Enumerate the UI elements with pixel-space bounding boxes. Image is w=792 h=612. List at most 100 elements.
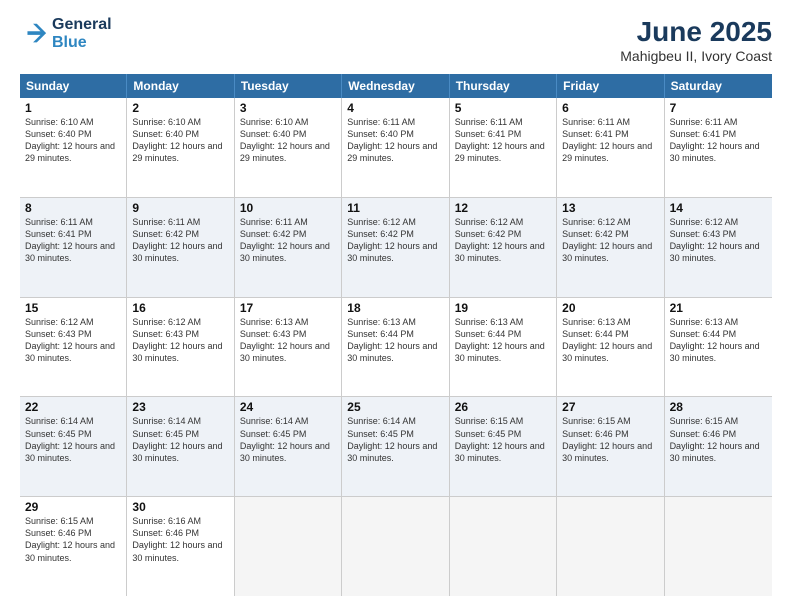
calendar-day-19: 19 Sunrise: 6:13 AM Sunset: 6:44 PM Dayl… (450, 298, 557, 397)
day-number: 11 (347, 201, 443, 215)
calendar-day-25: 25 Sunrise: 6:14 AM Sunset: 6:45 PM Dayl… (342, 397, 449, 496)
day-info: Sunrise: 6:13 AM Sunset: 6:44 PM Dayligh… (670, 316, 767, 365)
day-number: 10 (240, 201, 336, 215)
calendar-day-18: 18 Sunrise: 6:13 AM Sunset: 6:44 PM Dayl… (342, 298, 449, 397)
calendar-day-23: 23 Sunrise: 6:14 AM Sunset: 6:45 PM Dayl… (127, 397, 234, 496)
calendar-day-empty (235, 497, 342, 596)
day-info: Sunrise: 6:11 AM Sunset: 6:41 PM Dayligh… (455, 116, 551, 165)
calendar-day-15: 15 Sunrise: 6:12 AM Sunset: 6:43 PM Dayl… (20, 298, 127, 397)
calendar-day-28: 28 Sunrise: 6:15 AM Sunset: 6:46 PM Dayl… (665, 397, 772, 496)
day-number: 2 (132, 101, 228, 115)
day-info: Sunrise: 6:14 AM Sunset: 6:45 PM Dayligh… (132, 415, 228, 464)
day-number: 28 (670, 400, 767, 414)
logo-text: General Blue (52, 16, 112, 51)
calendar-row-1: 8 Sunrise: 6:11 AM Sunset: 6:41 PM Dayli… (20, 198, 772, 298)
calendar-row-2: 15 Sunrise: 6:12 AM Sunset: 6:43 PM Dayl… (20, 298, 772, 398)
logo: General Blue (20, 16, 112, 51)
day-number: 29 (25, 500, 121, 514)
day-number: 21 (670, 301, 767, 315)
day-number: 20 (562, 301, 658, 315)
calendar-day-8: 8 Sunrise: 6:11 AM Sunset: 6:41 PM Dayli… (20, 198, 127, 297)
day-info: Sunrise: 6:12 AM Sunset: 6:42 PM Dayligh… (562, 216, 658, 265)
calendar-day-7: 7 Sunrise: 6:11 AM Sunset: 6:41 PM Dayli… (665, 98, 772, 197)
calendar-day-20: 20 Sunrise: 6:13 AM Sunset: 6:44 PM Dayl… (557, 298, 664, 397)
calendar-day-4: 4 Sunrise: 6:11 AM Sunset: 6:40 PM Dayli… (342, 98, 449, 197)
day-info: Sunrise: 6:13 AM Sunset: 6:43 PM Dayligh… (240, 316, 336, 365)
calendar-day-12: 12 Sunrise: 6:12 AM Sunset: 6:42 PM Dayl… (450, 198, 557, 297)
calendar-day-6: 6 Sunrise: 6:11 AM Sunset: 6:41 PM Dayli… (557, 98, 664, 197)
location: Mahigbeu II, Ivory Coast (620, 48, 772, 64)
day-info: Sunrise: 6:10 AM Sunset: 6:40 PM Dayligh… (132, 116, 228, 165)
day-number: 5 (455, 101, 551, 115)
header-day-monday: Monday (127, 74, 234, 98)
day-info: Sunrise: 6:15 AM Sunset: 6:46 PM Dayligh… (562, 415, 658, 464)
calendar-day-14: 14 Sunrise: 6:12 AM Sunset: 6:43 PM Dayl… (665, 198, 772, 297)
day-number: 17 (240, 301, 336, 315)
calendar-day-21: 21 Sunrise: 6:13 AM Sunset: 6:44 PM Dayl… (665, 298, 772, 397)
day-number: 14 (670, 201, 767, 215)
calendar-row-4: 29 Sunrise: 6:15 AM Sunset: 6:46 PM Dayl… (20, 497, 772, 596)
header-day-tuesday: Tuesday (235, 74, 342, 98)
day-info: Sunrise: 6:12 AM Sunset: 6:43 PM Dayligh… (132, 316, 228, 365)
calendar-day-empty (665, 497, 772, 596)
calendar-day-29: 29 Sunrise: 6:15 AM Sunset: 6:46 PM Dayl… (20, 497, 127, 596)
page: General Blue June 2025 Mahigbeu II, Ivor… (0, 0, 792, 612)
calendar-day-empty (450, 497, 557, 596)
day-number: 27 (562, 400, 658, 414)
calendar-header: SundayMondayTuesdayWednesdayThursdayFrid… (20, 74, 772, 98)
day-number: 12 (455, 201, 551, 215)
day-info: Sunrise: 6:13 AM Sunset: 6:44 PM Dayligh… (562, 316, 658, 365)
day-info: Sunrise: 6:11 AM Sunset: 6:40 PM Dayligh… (347, 116, 443, 165)
day-number: 23 (132, 400, 228, 414)
day-info: Sunrise: 6:12 AM Sunset: 6:43 PM Dayligh… (25, 316, 121, 365)
header-day-sunday: Sunday (20, 74, 127, 98)
day-info: Sunrise: 6:11 AM Sunset: 6:41 PM Dayligh… (25, 216, 121, 265)
day-info: Sunrise: 6:11 AM Sunset: 6:41 PM Dayligh… (670, 116, 767, 165)
calendar-day-3: 3 Sunrise: 6:10 AM Sunset: 6:40 PM Dayli… (235, 98, 342, 197)
day-number: 15 (25, 301, 121, 315)
calendar: SundayMondayTuesdayWednesdayThursdayFrid… (20, 74, 772, 596)
calendar-day-1: 1 Sunrise: 6:10 AM Sunset: 6:40 PM Dayli… (20, 98, 127, 197)
day-info: Sunrise: 6:14 AM Sunset: 6:45 PM Dayligh… (347, 415, 443, 464)
calendar-day-17: 17 Sunrise: 6:13 AM Sunset: 6:43 PM Dayl… (235, 298, 342, 397)
day-number: 19 (455, 301, 551, 315)
day-number: 3 (240, 101, 336, 115)
header-day-thursday: Thursday (450, 74, 557, 98)
header-day-friday: Friday (557, 74, 664, 98)
day-number: 13 (562, 201, 658, 215)
day-number: 22 (25, 400, 121, 414)
calendar-day-5: 5 Sunrise: 6:11 AM Sunset: 6:41 PM Dayli… (450, 98, 557, 197)
calendar-day-26: 26 Sunrise: 6:15 AM Sunset: 6:45 PM Dayl… (450, 397, 557, 496)
day-info: Sunrise: 6:13 AM Sunset: 6:44 PM Dayligh… (455, 316, 551, 365)
day-info: Sunrise: 6:10 AM Sunset: 6:40 PM Dayligh… (240, 116, 336, 165)
day-number: 26 (455, 400, 551, 414)
day-info: Sunrise: 6:11 AM Sunset: 6:42 PM Dayligh… (132, 216, 228, 265)
calendar-day-10: 10 Sunrise: 6:11 AM Sunset: 6:42 PM Dayl… (235, 198, 342, 297)
day-info: Sunrise: 6:12 AM Sunset: 6:42 PM Dayligh… (455, 216, 551, 265)
day-info: Sunrise: 6:11 AM Sunset: 6:41 PM Dayligh… (562, 116, 658, 165)
calendar-day-27: 27 Sunrise: 6:15 AM Sunset: 6:46 PM Dayl… (557, 397, 664, 496)
day-number: 24 (240, 400, 336, 414)
day-number: 4 (347, 101, 443, 115)
day-info: Sunrise: 6:12 AM Sunset: 6:43 PM Dayligh… (670, 216, 767, 265)
calendar-day-2: 2 Sunrise: 6:10 AM Sunset: 6:40 PM Dayli… (127, 98, 234, 197)
header-day-wednesday: Wednesday (342, 74, 449, 98)
day-number: 6 (562, 101, 658, 115)
day-number: 25 (347, 400, 443, 414)
day-info: Sunrise: 6:10 AM Sunset: 6:40 PM Dayligh… (25, 116, 121, 165)
day-info: Sunrise: 6:14 AM Sunset: 6:45 PM Dayligh… (25, 415, 121, 464)
header: General Blue June 2025 Mahigbeu II, Ivor… (20, 16, 772, 64)
day-number: 7 (670, 101, 767, 115)
calendar-day-22: 22 Sunrise: 6:14 AM Sunset: 6:45 PM Dayl… (20, 397, 127, 496)
day-info: Sunrise: 6:14 AM Sunset: 6:45 PM Dayligh… (240, 415, 336, 464)
title-block: June 2025 Mahigbeu II, Ivory Coast (620, 16, 772, 64)
day-info: Sunrise: 6:13 AM Sunset: 6:44 PM Dayligh… (347, 316, 443, 365)
day-number: 18 (347, 301, 443, 315)
day-info: Sunrise: 6:12 AM Sunset: 6:42 PM Dayligh… (347, 216, 443, 265)
calendar-day-11: 11 Sunrise: 6:12 AM Sunset: 6:42 PM Dayl… (342, 198, 449, 297)
calendar-day-13: 13 Sunrise: 6:12 AM Sunset: 6:42 PM Dayl… (557, 198, 664, 297)
header-day-saturday: Saturday (665, 74, 772, 98)
day-info: Sunrise: 6:15 AM Sunset: 6:45 PM Dayligh… (455, 415, 551, 464)
calendar-day-24: 24 Sunrise: 6:14 AM Sunset: 6:45 PM Dayl… (235, 397, 342, 496)
day-number: 16 (132, 301, 228, 315)
